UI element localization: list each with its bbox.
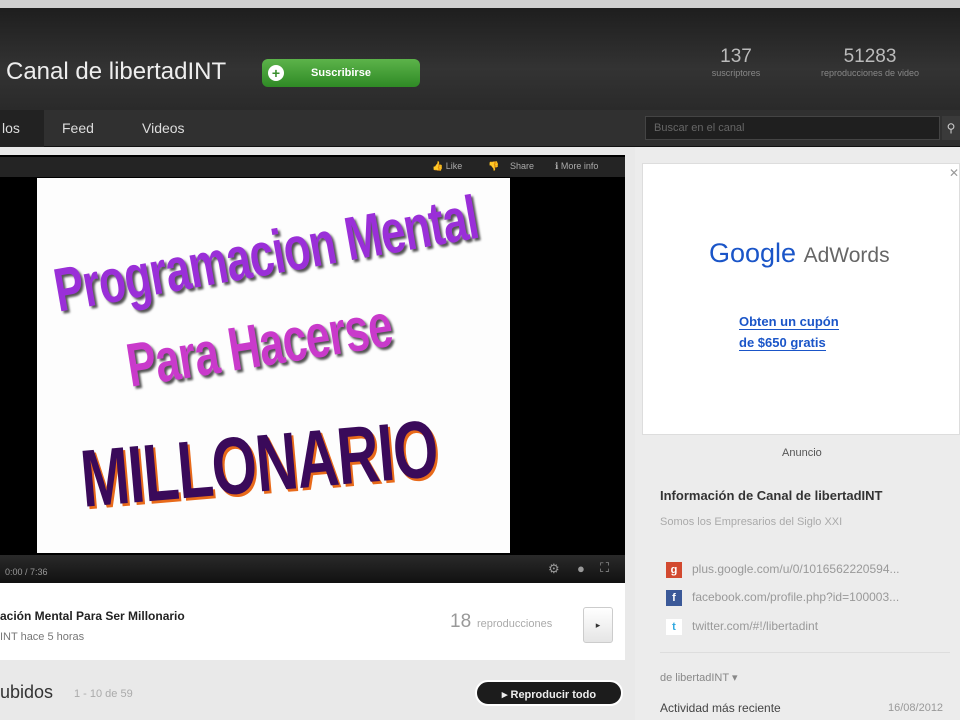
channel-title: Canal de libertadINT	[6, 58, 227, 85]
uploads-range: 1 - 10 de 59	[74, 688, 133, 700]
activity-label: Actividad más reciente	[660, 701, 781, 715]
settings-icon[interactable]: ⚙	[548, 561, 560, 577]
player-controls: 0:00 / 7:36 ⚙ ● ⛶	[0, 555, 625, 583]
divider	[660, 652, 950, 653]
more-info-button[interactable]: ℹ More info	[555, 161, 598, 172]
view-label: reproducciones	[477, 618, 553, 630]
search-icon[interactable]: ⚲	[942, 116, 960, 140]
twitter-link[interactable]: t twitter.com/#!/libertadint	[666, 619, 818, 635]
like-label: Like	[445, 161, 463, 171]
video-title[interactable]: ación Mental Para Ser Millonario	[0, 609, 185, 623]
tab-feed[interactable]: Feed	[62, 110, 94, 147]
view-count: 18	[450, 611, 472, 632]
views-count: 51283	[843, 46, 897, 67]
google-plus-link[interactable]: g plus.google.com/u/0/1016562220594...	[666, 562, 900, 578]
ad-close-icon[interactable]: ✕	[949, 166, 959, 180]
facebook-icon: f	[666, 590, 682, 606]
subscriber-count: 137	[720, 46, 752, 67]
ad-line-1[interactable]: Obten un cupón	[739, 314, 839, 330]
subscriber-stat: 137 suscriptores	[700, 46, 772, 78]
activity-date: 16/08/2012	[888, 702, 944, 714]
tab-videos[interactable]: Videos	[142, 110, 185, 147]
share-button[interactable]: Share	[510, 161, 534, 171]
video-meta: INT hace 5 horas	[0, 631, 85, 643]
plus-icon: +	[268, 65, 284, 81]
slide-line-1: Programacion Mental	[49, 183, 483, 326]
subscribe-button[interactable]: + Suscribirse	[262, 59, 420, 87]
google-logo: Google AdWords	[709, 238, 890, 268]
views-stat: 51283 reproducciones de video	[800, 46, 940, 78]
about-title: Información de Canal de libertadINT	[660, 488, 883, 503]
subscriber-label: suscriptores	[711, 68, 761, 78]
like-button[interactable]: 👍 Like	[432, 161, 462, 172]
play-all-label: Reproducir todo	[510, 689, 597, 701]
quality-icon[interactable]: ●	[577, 561, 585, 576]
tab-featured[interactable]: los	[0, 110, 44, 147]
twitter-icon: t	[666, 619, 682, 635]
player-top-bar: 👍 Like 👎 Share ℹ More info	[0, 157, 625, 177]
video-frame: Programacion Mental Para Hacerse MILLONA…	[37, 178, 510, 553]
fullscreen-icon[interactable]: ⛶	[600, 560, 609, 576]
subscribe-label: Suscribirse	[311, 67, 371, 79]
dislike-icon[interactable]: 👎	[488, 161, 499, 172]
ad-banner[interactable]: Google AdWords Obten un cupón de $650 gr…	[642, 163, 960, 435]
video-info: ación Mental Para Ser Millonario INT hac…	[0, 583, 625, 660]
ad-line-2[interactable]: de $650 gratis	[739, 335, 826, 351]
facebook-link[interactable]: f facebook.com/profile.php?id=100003...	[666, 590, 899, 606]
channel-search-input[interactable]: Buscar en el canal	[645, 116, 940, 140]
more-info-label: More info	[560, 161, 599, 171]
channel-header: Canal de libertadINT + Suscribirse 137 sus…	[0, 8, 960, 110]
play-all-button[interactable]: ▸ Reproducir todo	[475, 680, 623, 706]
activity-filter-dropdown[interactable]: de libertadINT ▾	[660, 671, 737, 684]
time-display: 0:00 / 7:36	[5, 567, 48, 577]
expand-info-button[interactable]: ▸	[583, 607, 613, 643]
views-label: reproducciones de video	[820, 68, 920, 78]
window-top-band	[0, 0, 960, 8]
google-plus-icon: g	[666, 562, 682, 578]
about-description: Somos los Empresarios del Siglo XXI	[660, 516, 843, 528]
uploads-title: ubidos	[0, 682, 54, 702]
video-player[interactable]: Programacion Mental Para Hacerse MILLONA…	[0, 155, 625, 583]
ad-label: Anuncio	[782, 447, 822, 459]
slide-line-3: MILLONARIO	[77, 403, 441, 526]
